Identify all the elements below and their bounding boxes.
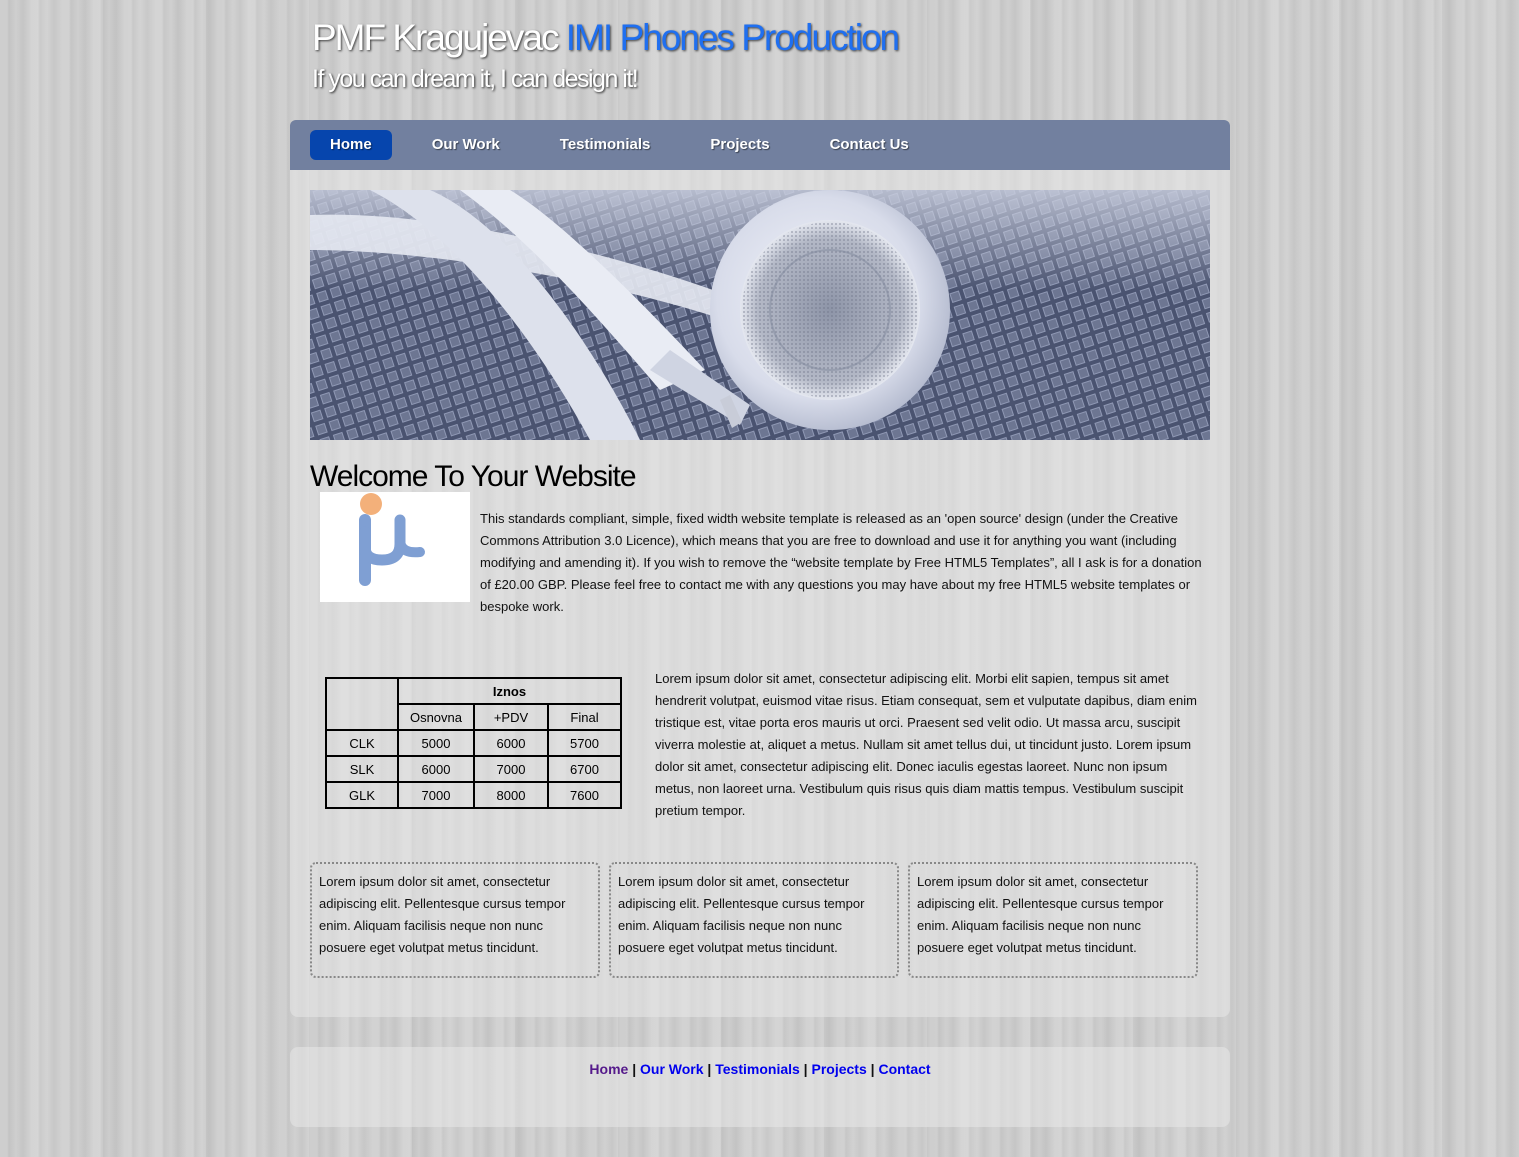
column-header-final: Final [547,703,622,731]
table-row: SLK 6000 7000 6700 [325,755,622,783]
table-row: CLK 5000 6000 5700 [325,729,622,757]
feature-box-2: Lorem ipsum dolor sit amet, consectetur … [609,862,899,978]
mu-logo-icon [320,492,470,602]
footer-link-projects[interactable]: Projects [812,1061,867,1077]
table-cell: 5000 [397,729,475,757]
footer-separator: | [866,1061,879,1077]
footer-link-home[interactable]: Home [589,1061,628,1077]
feature-box-3: Lorem ipsum dolor sit amet, consectetur … [908,862,1198,978]
table-group-header: Iznos [397,677,622,705]
table-corner-cell [325,677,399,731]
intro-paragraph: This standards compliant, simple, fixed … [480,511,1202,614]
footer-nav: Home | Our Work | Testimonials | Project… [290,1061,1230,1077]
feature-box-1: Lorem ipsum dolor sit amet, consectetur … [310,862,600,978]
table-cell: 8000 [473,781,549,809]
site-title[interactable]: PMF Kragujevac IMI Phones Production [312,16,1212,60]
lorem-paragraph: Lorem ipsum dolor sit amet, consectetur … [655,671,1197,818]
footer-separator: | [799,1061,812,1077]
footer-link-testimonials[interactable]: Testimonials [715,1061,800,1077]
footer-link-our-work[interactable]: Our Work [640,1061,704,1077]
row-label: SLK [325,755,399,783]
table-row: GLK 7000 8000 7600 [325,781,622,809]
table-header-row: Iznos [325,677,622,731]
site-content: Welcome To Your Website This standards c… [290,170,1230,1017]
table-cell: 7000 [473,755,549,783]
table-cell: 5700 [547,729,622,757]
menu-item-contact-us[interactable]: Contact Us [810,130,929,160]
footer-separator: | [703,1061,716,1077]
menu-item-home[interactable]: Home [310,130,392,160]
menu-item-our-work[interactable]: Our Work [412,130,520,160]
footer-link-contact[interactable]: Contact [878,1061,930,1077]
menu-item-testimonials[interactable]: Testimonials [540,130,671,160]
table-cell: 7000 [397,781,475,809]
table-cell: 7600 [547,781,622,809]
column-header-pdv: +PDV [473,703,549,731]
table-cell: 6000 [473,729,549,757]
earphones-banner-image [310,190,1210,440]
main-menu: Home Our Work Testimonials Projects Cont… [310,130,949,160]
site-header: PMF Kragujevac IMI Phones Production If … [312,16,1212,116]
row-label: GLK [325,781,399,809]
site-title-main: PMF Kragujevac [312,17,559,58]
price-table: Iznos Osnovna +PDV Final CLK 5000 6000 5… [325,677,622,809]
table-cell: 6000 [397,755,475,783]
welcome-heading: Welcome To Your Website [310,460,637,493]
site-title-accent: IMI Phones Production [565,17,900,58]
site-slogan: If you can dream it, I can design it! [312,65,639,93]
site-footer: Home | Our Work | Testimonials | Project… [290,1047,1230,1127]
column-header-osnovna: Osnovna [397,703,475,731]
menubar: Home Our Work Testimonials Projects Cont… [290,120,1230,170]
row-label: CLK [325,729,399,757]
menu-item-projects[interactable]: Projects [690,130,789,160]
footer-separator: | [628,1061,641,1077]
table-cell: 6700 [547,755,622,783]
